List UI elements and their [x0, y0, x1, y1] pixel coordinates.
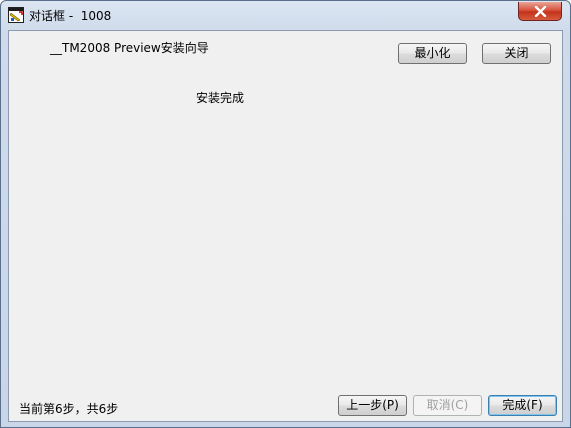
status-message: 安装完成 [196, 91, 245, 105]
cancel-button[interactable]: 取消(C) [413, 395, 482, 416]
close-button[interactable]: 关闭 [482, 43, 551, 64]
wizard-heading: __TM2008 Preview安装向导 [50, 41, 209, 55]
app-icon [8, 7, 24, 23]
back-button[interactable]: 上一步(P) [338, 395, 407, 416]
dialog-window: 对话框 - 1008 __TM2008 Preview安装向导 最小化 关闭 安… [0, 0, 571, 428]
dialog-client-area: __TM2008 Preview安装向导 最小化 关闭 安装完成 当前第6步，共… [8, 30, 563, 422]
title-bar[interactable]: 对话框 - 1008 [1, 1, 570, 29]
close-x-icon [534, 6, 547, 17]
minimize-button[interactable]: 最小化 [398, 43, 467, 64]
step-indicator: 当前第6步，共6步 [19, 402, 119, 416]
window-title: 对话框 - 1008 [29, 9, 112, 23]
window-close-button[interactable] [518, 2, 562, 21]
finish-button[interactable]: 完成(F) [488, 395, 557, 416]
